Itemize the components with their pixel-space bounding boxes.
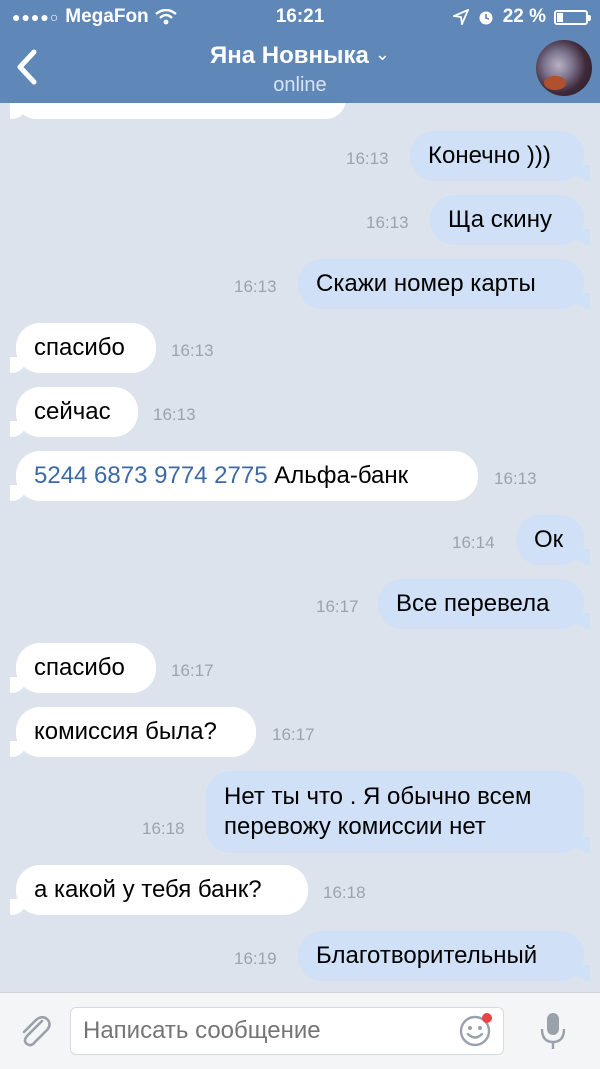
message-bubble-outgoing[interactable]: Скажи номер карты [298, 259, 590, 309]
message-bubble-outgoing[interactable]: Конечно ))) [410, 131, 590, 181]
message-bubble-incoming[interactable]: спасибо [10, 643, 156, 693]
message-time: 16:13 [366, 213, 409, 232]
alarm-clock-icon [479, 11, 493, 25]
voice-message-button[interactable] [538, 1009, 568, 1053]
message-text: Все перевела [396, 590, 550, 617]
presence-status: online [273, 74, 327, 96]
location-arrow-icon [452, 9, 469, 25]
message-text: спасибо [34, 334, 125, 361]
message-time: 16:13 [234, 277, 277, 296]
message-time: 16:18 [142, 819, 185, 838]
message-text: сейчас [34, 398, 111, 425]
avatar[interactable] [536, 40, 592, 96]
message-text: Ок [534, 526, 564, 553]
message-bubble-incoming[interactable]: сейчас [10, 387, 138, 437]
message-bubble-incoming[interactable]: 5244 6873 9774 2775 Альфа-банк [10, 451, 478, 501]
message-input[interactable] [70, 1007, 504, 1055]
message-time: 16:19 [234, 949, 277, 968]
message-bubble-incoming[interactable]: комиссия была? [10, 707, 256, 757]
card-number-link[interactable]: 5244 6873 9774 2775 [34, 462, 268, 489]
message-time: 16:13 [153, 405, 196, 424]
message-time: 16:13 [494, 469, 537, 488]
message-text: Конечно ))) [428, 142, 551, 169]
message-text: Ща скину [448, 206, 552, 233]
message-time: 16:14 [452, 533, 495, 552]
contact-name[interactable]: Яна Новныка [210, 42, 369, 70]
battery-icon [554, 9, 591, 25]
message-list[interactable]: 16:13 Конечно ))) 16:13 Ща скину 16:13 С… [0, 103, 600, 992]
message-bubble-incoming[interactable]: а какой у тебя банк? [10, 865, 308, 915]
smiley-icon [459, 1013, 492, 1047]
message-text: Альфа-банк [274, 462, 409, 489]
message-text: Благотворительный [316, 942, 538, 969]
message-time: 16:13 [346, 149, 389, 168]
chat-title-block[interactable]: Яна Новныка ⌄ online [0, 42, 600, 97]
microphone-icon [540, 1013, 566, 1049]
message-text-line: перевожу комиссии нет [224, 813, 486, 840]
message-bubble-incoming[interactable]: спасибо [10, 323, 156, 373]
message-bubble-outgoing[interactable]: Нет ты что . Я обычно всем перевожу коми… [206, 771, 590, 853]
emoji-button[interactable] [458, 1012, 494, 1048]
message-composer [0, 992, 600, 1069]
chevron-down-icon[interactable]: ⌄ [375, 44, 390, 65]
paperclip-icon [22, 1015, 51, 1047]
message-text: спасибо [34, 654, 125, 681]
message-bubble-outgoing[interactable]: Ок [516, 515, 590, 565]
message-time: 16:18 [323, 883, 366, 902]
message-bubble-outgoing[interactable]: Ща скину [430, 195, 590, 245]
message-time: 16:17 [316, 597, 359, 616]
status-bar: ●●●●○ MegaFon 16:21 22 % [0, 0, 600, 34]
message-text: Скажи номер карты [316, 270, 536, 297]
message-time: 16:17 [272, 725, 315, 744]
message-time: 16:17 [171, 661, 214, 680]
chat-header: ●●●●○ MegaFon 16:21 22 % Яна Новныка ⌄ o… [0, 0, 600, 103]
message-bubble-incoming[interactable] [10, 103, 346, 119]
message-text-line: Нет ты что . Я обычно всем [224, 783, 532, 810]
message-time: 16:13 [171, 341, 214, 360]
message-text: а какой у тебя банк? [34, 876, 262, 903]
battery-level-fill [557, 12, 564, 22]
message-bubble-outgoing[interactable]: Все перевела [378, 579, 590, 629]
battery-percent: 22 % [502, 6, 546, 27]
message-text: комиссия была? [34, 718, 217, 745]
notification-dot [482, 1013, 492, 1023]
message-bubble-outgoing[interactable]: Благотворительный [298, 931, 590, 981]
status-right: 22 % [452, 6, 591, 28]
attach-button[interactable] [16, 1011, 54, 1051]
